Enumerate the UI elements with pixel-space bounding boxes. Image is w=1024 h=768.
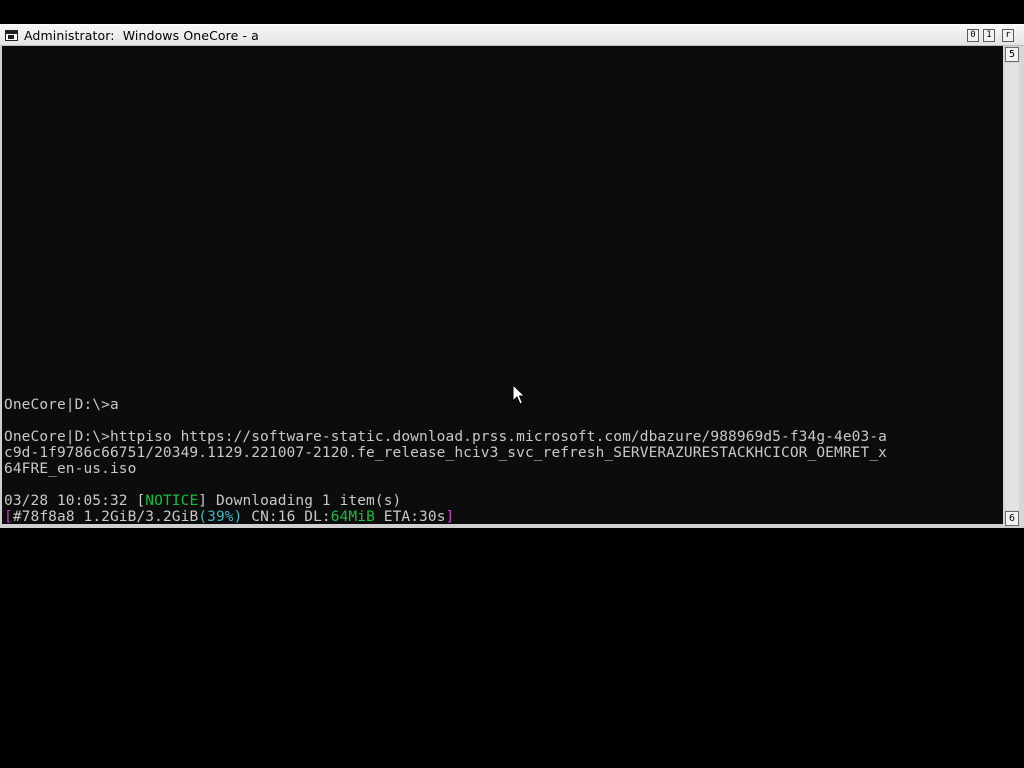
progress-gid: #78f8a8 [12, 509, 84, 524]
notice-close-bracket: ] [198, 493, 216, 509]
progress-open-bracket: [ [4, 509, 13, 524]
window-title: Administrator: Windows OneCore - a [24, 28, 259, 43]
close-button[interactable]: r [1002, 29, 1014, 42]
progress-percent: (39%) [198, 509, 243, 524]
notice-level: NOTICE [145, 493, 199, 509]
scroll-up-button[interactable]: 5 [1005, 47, 1019, 62]
console-line-command-1: OneCore|D:\>httpiso https://software-sta… [4, 429, 887, 445]
progress-connections: CN:16 [242, 509, 305, 524]
console-output[interactable]: OneCore|D:\>a OneCore|D:\>httpiso https:… [2, 46, 1003, 524]
progress-size: 1.2GiB/3.2GiB [83, 509, 199, 524]
scroll-track[interactable] [1005, 63, 1019, 510]
console-window: Administrator: Windows OneCore - a 0 1 r… [0, 24, 1024, 528]
console-line-prompt1: OneCore|D:\>a [4, 397, 119, 413]
progress-dl-speed: 64MiB [330, 509, 375, 524]
maximize-button[interactable]: 1 [983, 29, 995, 42]
progress-eta: ETA:30s [374, 509, 446, 524]
console-line-notice: 03/28 10:05:32 [NOTICE] Downloading 1 it… [4, 493, 401, 509]
notice-timestamp: 03/28 10:05:32 [4, 493, 137, 509]
console-line-progress: [#78f8a8 1.2GiB/3.2GiB(39%) CN:16 DL:64M… [4, 509, 454, 524]
title-bar[interactable]: Administrator: Windows OneCore - a 0 1 r [0, 25, 1024, 46]
progress-dl-label: DL: [304, 509, 331, 524]
minimize-button[interactable]: 0 [967, 29, 979, 42]
mouse-pointer-icon [512, 384, 526, 405]
vertical-scrollbar[interactable]: 5 6 [1003, 46, 1024, 526]
console-line-command-2: c9d-1f9786c66751/20349.1129.221007-2120.… [4, 445, 887, 461]
console-line-command-3: 64FRE_en-us.iso [4, 461, 137, 477]
scroll-down-button[interactable]: 6 [1005, 511, 1019, 526]
progress-close-bracket: ] [445, 509, 455, 524]
notice-open-bracket: [ [136, 493, 146, 509]
notice-message: Downloading 1 item(s) [215, 493, 402, 509]
console-window-icon[interactable] [5, 30, 18, 41]
